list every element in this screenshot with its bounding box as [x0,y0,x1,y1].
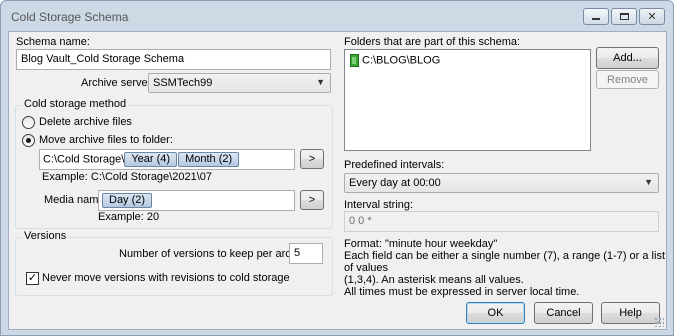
folders-label: Folders that are part of this schema: [344,36,521,48]
archive-server-label: Archive server: [81,77,155,89]
media-insert-token-button[interactable]: > [300,190,324,210]
media-example-text: Example: 20 [98,211,160,223]
never-move-checkbox[interactable]: ✓ [26,272,39,285]
media-name-input[interactable]: Day (2) [98,190,295,211]
minimize-button[interactable] [583,8,609,25]
list-item[interactable]: C:\BLOG\BLOG [350,54,440,67]
title-bar[interactable]: Cold Storage Schema ✕ [1,1,673,31]
delete-archive-radio[interactable] [22,116,35,129]
versions-keep-input[interactable]: 5 [289,243,323,264]
never-move-label: Never move versions with revisions to co… [42,272,290,284]
folder-path-input[interactable]: C:\Cold Storage\ Year (4) Month (2) [39,149,295,170]
archive-server-value: SSMTech99 [153,77,213,89]
chevron-down-icon: ▼ [644,177,653,187]
add-folder-button[interactable]: Add... [596,47,659,69]
format-help-line: All times must be expressed in server lo… [344,286,580,298]
interval-string-label: Interval string: [344,199,414,211]
folder-item-label: C:\BLOG\BLOG [362,54,441,67]
folders-list[interactable]: C:\BLOG\BLOG [344,49,591,151]
ok-button[interactable]: OK [466,302,525,324]
delete-archive-label: Delete archive files [39,116,132,128]
help-button[interactable]: Help [601,302,660,324]
predefined-intervals-value: Every day at 00:00 [349,177,441,189]
archive-server-select[interactable]: SSMTech99 ▼ [148,73,331,93]
resize-grip-icon[interactable] [654,317,664,327]
close-icon: ✕ [647,11,657,23]
maximize-icon [619,13,629,20]
schema-name-label: Schema name: [16,36,90,48]
minimize-icon [592,18,600,20]
cold-storage-method-title: Cold storage method [22,98,129,110]
folder-path-prefix: C:\Cold Storage\ [43,153,125,166]
folder-example-text: Example: C:\Cold Storage\2021\07 [42,171,212,183]
window-title: Cold Storage Schema [11,10,129,24]
folder-token-month[interactable]: Month (2) [178,152,240,167]
cancel-button[interactable]: Cancel [534,302,593,324]
versions-group: Versions [15,230,333,296]
chevron-down-icon: ▼ [316,77,325,87]
versions-keep-label: Number of versions to keep per archive: [119,248,315,260]
versions-title: Versions [22,230,69,242]
format-help-line: Each field can be either a single number… [344,250,665,274]
folder-token-year[interactable]: Year (4) [124,152,178,167]
format-help-line: Format: "minute hour weekday" [344,238,498,250]
folder-icon [350,54,359,67]
predefined-intervals-select[interactable]: Every day at 00:00 ▼ [344,173,659,193]
format-help-line: (1,3,4). An asterisk means all values. [344,274,524,286]
schema-name-input[interactable]: Blog Vault_Cold Storage Schema [16,49,331,70]
move-archive-label: Move archive files to folder: [39,134,173,146]
close-button[interactable]: ✕ [639,8,665,25]
remove-folder-button[interactable]: Remove [596,70,659,89]
dialog-window: Cold Storage Schema ✕ Schema name: Blog … [0,0,674,336]
dialog-client-area: Schema name: Blog Vault_Cold Storage Sch… [8,31,667,330]
media-token-day[interactable]: Day (2) [102,193,153,208]
checkmark-icon: ✓ [27,272,38,284]
predefined-intervals-label: Predefined intervals: [344,159,445,171]
folder-insert-token-button[interactable]: > [300,149,324,169]
interval-format-help: Format: "minute hour weekday" Each field… [344,238,666,298]
maximize-button[interactable] [611,8,637,25]
interval-string-input[interactable]: 0 0 * [344,211,659,232]
move-archive-radio[interactable] [22,134,35,147]
